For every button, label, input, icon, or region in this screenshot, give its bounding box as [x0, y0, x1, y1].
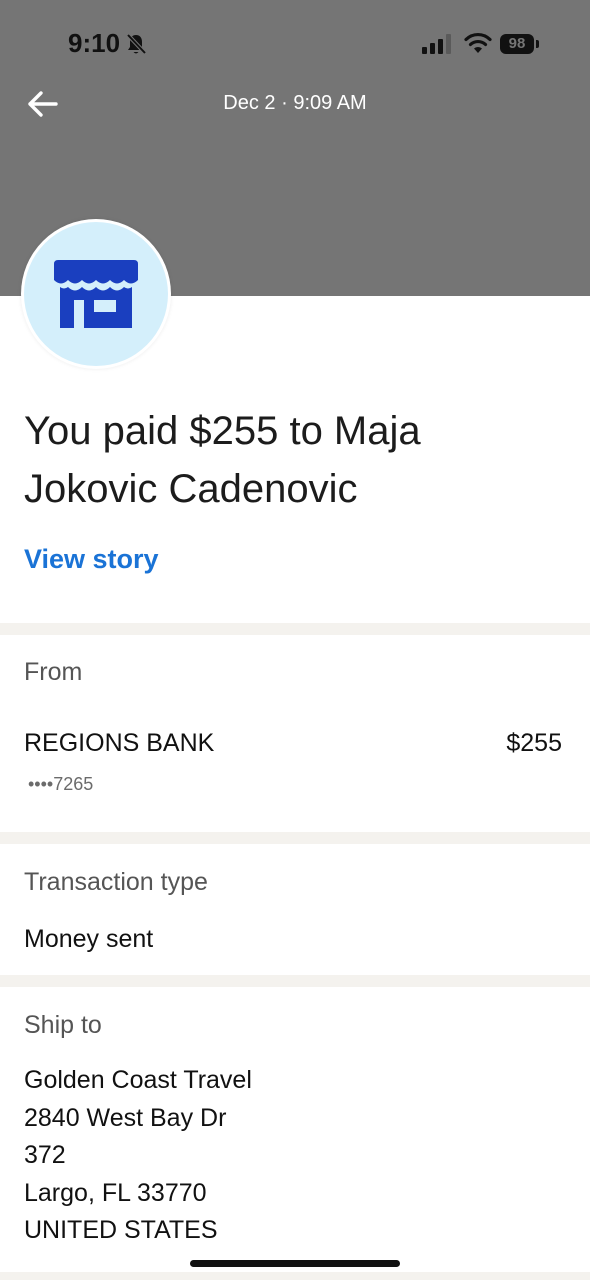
- transaction-date: Dec 2 · 9:09 AM: [223, 92, 367, 114]
- battery-indicator: 98: [500, 34, 534, 54]
- address-line: Largo, FL 33770: [24, 1178, 207, 1207]
- merchant-avatar: [24, 222, 168, 366]
- ship-to-label: Ship to: [24, 1011, 102, 1039]
- section-divider: [0, 1272, 590, 1280]
- cellular-signal-icon: [422, 34, 451, 54]
- from-label: From: [24, 658, 83, 686]
- home-indicator[interactable]: [190, 1260, 400, 1267]
- section-divider: [0, 832, 590, 844]
- address-line: Golden Coast Travel: [24, 1066, 252, 1094]
- address-line: 372: [24, 1141, 66, 1169]
- status-time: 9:10: [68, 28, 121, 58]
- shipping-address: Golden Coast Travel 2840 West Bay Dr 372…: [24, 1062, 252, 1250]
- transaction-type-label: Transaction type: [24, 868, 208, 896]
- status-bar: 9:10 98: [0, 0, 590, 90]
- account-number: ••••7265: [28, 774, 94, 794]
- page-title: You paid $255 to Maja Jokovic Cadenovic: [24, 409, 421, 511]
- view-story-link[interactable]: View story: [24, 544, 159, 575]
- storefront-icon: [54, 260, 138, 328]
- section-divider: [0, 623, 590, 635]
- bank-name: REGIONS BANK: [24, 729, 215, 757]
- from-amount: $255: [506, 729, 562, 757]
- section-divider: [0, 975, 590, 987]
- address-line: 2840 West Bay Dr: [24, 1103, 227, 1132]
- transaction-type-value: Money sent: [24, 925, 154, 953]
- bell-slash-icon: [126, 33, 147, 55]
- battery-tip: [536, 40, 539, 48]
- wifi-icon: [464, 32, 492, 53]
- address-line: UNITED STATES: [24, 1216, 218, 1244]
